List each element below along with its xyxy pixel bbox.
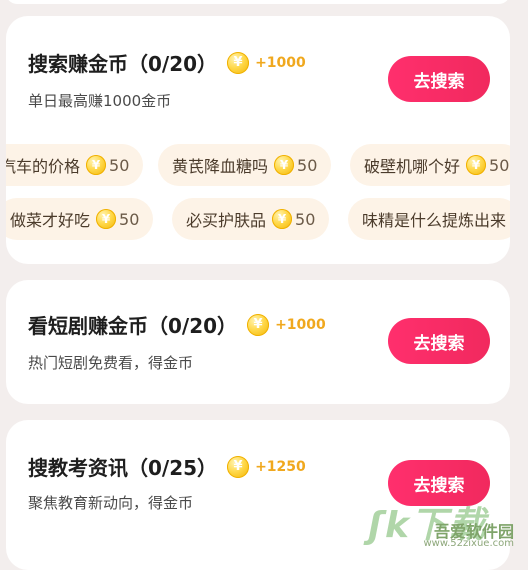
- task-card-short-drama: 看短剧赚金币（0/20） ¥ +1000 热门短剧免费看，得金币 去搜索: [6, 280, 510, 404]
- coin-icon: ¥: [247, 313, 270, 336]
- coin-icon: ¥: [272, 209, 293, 229]
- task-title: 搜索赚金币（0/20）: [28, 52, 218, 76]
- task-subtitle: 热门短剧免费看，得金币: [28, 354, 194, 372]
- task-reward: +1000: [255, 54, 306, 71]
- task-reward: +1250: [255, 458, 306, 475]
- task-reward: +1000: [275, 316, 326, 333]
- coin-icon: ¥: [466, 155, 487, 175]
- search-tag[interactable]: 必买护肤品 ¥ 50: [172, 198, 330, 240]
- coin-icon: ¥: [227, 51, 250, 74]
- search-tag-points: 50: [295, 209, 316, 229]
- go-search-button[interactable]: 去搜索: [388, 56, 490, 102]
- coin-icon: ¥: [86, 155, 107, 175]
- site-watermark: ʃk下载 吾爱软件园 www.52zixue.com: [368, 496, 518, 556]
- watermark-url: www.52zixue.com: [423, 538, 515, 549]
- task-card-search: 搜索赚金币（0/20） ¥ +1000 单日最高赚1000金币 去搜索 汽车的价…: [6, 16, 510, 264]
- search-tag[interactable]: 破壁机哪个好 ¥ 50: [350, 144, 510, 186]
- search-tag[interactable]: 黄芪降血糖吗 ¥ 50: [158, 144, 332, 186]
- search-tag-row-1: 汽车的价格 ¥ 50 黄芪降血糖吗 ¥ 50 破壁机哪个好 ¥ 50: [6, 144, 510, 186]
- go-search-button[interactable]: 去搜索: [388, 318, 490, 364]
- coin-icon: ¥: [274, 155, 295, 175]
- task-title-row: 搜索赚金币（0/20） ¥ +1000: [28, 48, 306, 77]
- search-tag-points: 50: [297, 155, 318, 175]
- search-tag-text: 必买护肤品: [186, 211, 267, 230]
- task-title-row: 看短剧赚金币（0/20） ¥ +1000: [28, 310, 326, 339]
- search-tag[interactable]: 汽车的价格 ¥ 50: [6, 144, 144, 186]
- search-tag-text: 破壁机哪个好: [364, 157, 461, 176]
- search-tag-points: 50: [489, 155, 510, 175]
- coin-icon: ¥: [96, 209, 117, 229]
- task-subtitle: 聚焦教育新动向，得金币: [28, 494, 194, 512]
- coin-icon: ¥: [227, 455, 250, 478]
- search-tag-points: 50: [109, 155, 130, 175]
- task-title: 搜教考资讯（0/25）: [28, 456, 218, 480]
- search-tag-text: 味精是什么提炼出来: [362, 211, 507, 230]
- task-title: 看短剧赚金币（0/20）: [28, 314, 238, 338]
- task-title-row: 搜教考资讯（0/25） ¥ +1250: [28, 452, 306, 481]
- search-tag-text: 做菜才好吃: [10, 211, 91, 230]
- search-tag-text: 汽车的价格: [6, 157, 81, 176]
- search-tag-text: 黄芪降血糖吗: [172, 157, 269, 176]
- search-tag-points: 50: [119, 209, 140, 229]
- task-subtitle: 单日最高赚1000金币: [28, 92, 172, 110]
- search-tag[interactable]: 味精是什么提炼出来: [348, 198, 510, 240]
- search-tag-row-2: 做菜才好吃 ¥ 50 必买护肤品 ¥ 50 味精是什么提炼出来: [6, 198, 510, 240]
- previous-card-edge: [6, 0, 510, 4]
- search-tag[interactable]: 做菜才好吃 ¥ 50: [6, 198, 154, 240]
